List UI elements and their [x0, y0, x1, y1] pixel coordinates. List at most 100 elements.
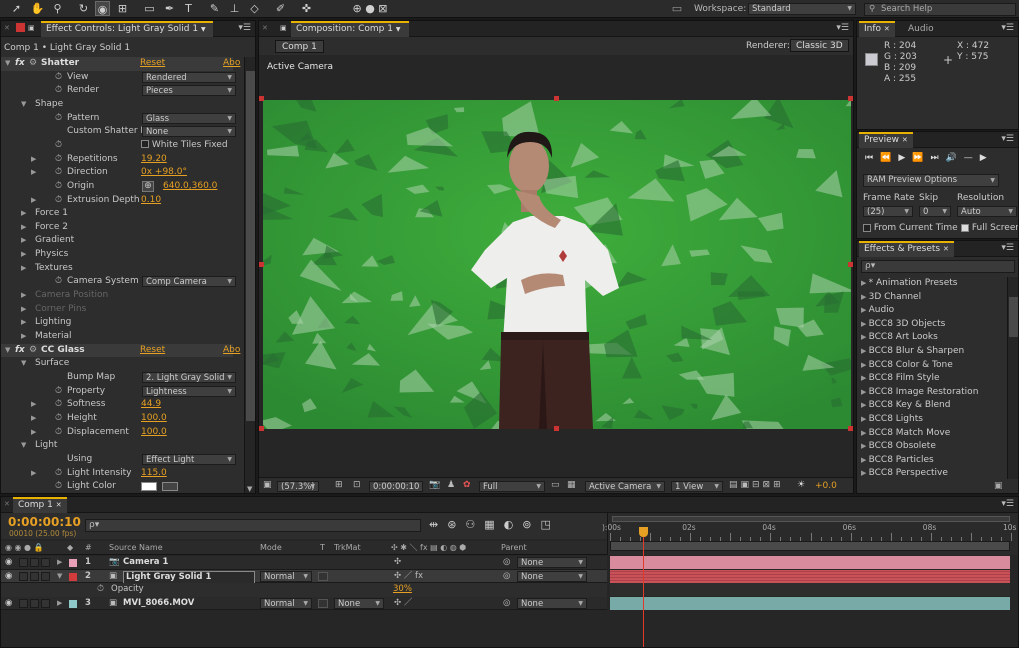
layer-row-light-gray-solid-1[interactable]: ◉ ▼ 2 ▣ Light Gray Solid 1 Normal ✣ ／ fx ◎ None	[1, 569, 607, 584]
twirl-closed-icon[interactable]: ▶	[21, 221, 26, 235]
stopwatch-icon[interactable]: ⏱	[55, 467, 62, 481]
layer-duration-bar[interactable]	[610, 556, 1010, 569]
tab-effects-presets[interactable]: Effects & Presets ✕	[859, 241, 954, 257]
property-dropdown[interactable]: 2. Light Gray Solid	[142, 371, 236, 383]
layer-duration-bar[interactable]	[610, 596, 1010, 610]
effects-category-bcc8-color-tone[interactable]: ▶ BCC8 Color & Tone	[857, 359, 996, 373]
track-matte-dropdown[interactable]: None	[334, 597, 384, 609]
tab-composition[interactable]: Composition: Comp 1 ▼	[291, 21, 409, 37]
twirl-closed-icon[interactable]: ▶	[57, 556, 62, 570]
point-target-icon[interactable]: ⊕	[142, 180, 154, 192]
play-icon[interactable]: ▶	[898, 153, 912, 163]
property-dropdown[interactable]: None	[142, 126, 236, 138]
property-dropdown[interactable]: Comp Camera	[142, 276, 236, 288]
close-icon[interactable]: ✕	[4, 500, 10, 508]
effect-row-camera-position[interactable]: ▶ Camera Position	[1, 289, 233, 303]
effects-category-bcc8-lights[interactable]: ▶ BCC8 Lights	[857, 413, 996, 427]
twirl-closed-icon[interactable]: ▶	[31, 153, 36, 167]
twirl-closed-icon[interactable]: ▶	[861, 401, 869, 409]
selection-tool-icon[interactable]: ➚	[9, 1, 24, 16]
close-icon[interactable]: ✕	[4, 24, 10, 32]
layer-switch-box[interactable]	[41, 558, 50, 567]
panel-menu-icon[interactable]: ▾☰	[1001, 243, 1014, 253]
layer-name[interactable]: Camera 1	[123, 556, 168, 570]
layer-switches[interactable]: ✣ ／	[394, 597, 412, 611]
effect-row-force-1[interactable]: ▶ Force 1	[1, 207, 233, 221]
effect-row-shape[interactable]: ▼ Shape	[1, 98, 233, 112]
twirl-closed-icon[interactable]: ▶	[21, 207, 26, 221]
property-dropdown[interactable]: Rendered	[142, 71, 236, 83]
color-channel-icon[interactable]: ✿	[463, 480, 471, 490]
effect-row-extrusion-depth[interactable]: ▶ ⏱ Extrusion Depth 0.10	[1, 194, 233, 208]
effect-row-shatter[interactable]: ▼ fx ⚙ Shatter Reset Abo	[1, 57, 240, 71]
effects-category-animation-presets[interactable]: ▶ * Animation Presets	[857, 277, 996, 291]
opacity-property-row[interactable]: ⏱ Opacity 30%	[1, 583, 607, 597]
twirl-closed-icon[interactable]: ▶	[861, 415, 869, 423]
effect-row-light[interactable]: ▼ Light	[1, 439, 233, 453]
about-link[interactable]: Abo	[223, 344, 240, 358]
pen-tool-icon[interactable]: ✒	[162, 1, 177, 16]
effects-category-bcc8-art-looks[interactable]: ▶ BCC8 Art Looks	[857, 331, 996, 345]
stopwatch-icon[interactable]: ⏱	[55, 480, 62, 493]
panel-menu-icon[interactable]: ▾☰	[1001, 23, 1014, 33]
effects-category-bcc8-match-move[interactable]: ▶ BCC8 Match Move	[857, 427, 996, 441]
twirl-closed-icon[interactable]: ▶	[861, 320, 869, 328]
timeline-search-input[interactable]: ρ▾	[85, 519, 421, 532]
ram-preview-options-dropdown[interactable]: RAM Preview Options	[863, 174, 999, 187]
panel-menu-icon[interactable]: ▾☰	[1001, 499, 1014, 509]
twirl-closed-icon[interactable]: ▶	[31, 412, 36, 426]
panel-lock-icon[interactable]: ▣	[280, 24, 287, 32]
property-value[interactable]: 640.0,360.0	[163, 180, 217, 194]
layer-switch-box[interactable]	[30, 571, 39, 581]
effect-row-corner-pins[interactable]: ▶ Corner Pins	[1, 303, 233, 317]
twirl-closed-icon[interactable]: ▶	[861, 469, 869, 477]
time-ruler[interactable]: ):00s 02s 04s 06s 08s 10s	[602, 513, 1018, 555]
about-link[interactable]: Abo	[223, 57, 240, 71]
hand-tool-icon[interactable]: ✋	[30, 1, 45, 16]
effects-category-bcc8-blur-sharpen[interactable]: ▶ BCC8 Blur & Sharpen	[857, 345, 996, 359]
twirl-closed-icon[interactable]: ▶	[861, 442, 869, 450]
twirl-closed-icon[interactable]: ▶	[861, 333, 869, 341]
camera-orbit-tool-icon[interactable]: ◉	[95, 1, 110, 16]
skip-dropdown[interactable]: 0	[919, 206, 951, 217]
twirl-open-icon[interactable]: ▼	[21, 98, 26, 112]
effect-row-white-tiles-fixed[interactable]: ⏱ White Tiles Fixed	[1, 139, 233, 153]
layer-switches[interactable]: ✣	[394, 556, 401, 570]
panel-menu-icon[interactable]: ▾☰	[836, 23, 849, 33]
visibility-eye-icon[interactable]: ◉	[5, 556, 12, 570]
always-preview-icon[interactable]: ▣	[263, 480, 272, 490]
loop-icon[interactable]: —	[964, 153, 980, 163]
puppet-tool-icon[interactable]: ✜	[299, 1, 314, 16]
layer-label-color[interactable]	[69, 599, 77, 608]
stopwatch-icon[interactable]: ⏱	[55, 112, 62, 126]
twirl-closed-icon[interactable]: ▶	[861, 429, 869, 437]
tab-timeline-comp-1[interactable]: Comp 1 ✕	[13, 497, 67, 513]
mute-audio-icon[interactable]: 🔊	[946, 153, 964, 163]
twirl-closed-icon[interactable]: ▶	[21, 289, 26, 303]
preserve-transparency-box[interactable]	[318, 598, 328, 608]
twirl-closed-icon[interactable]: ▶	[861, 456, 869, 464]
layer-switch-box[interactable]	[30, 558, 39, 567]
light-color-swatch[interactable]	[141, 482, 157, 492]
effects-search-input[interactable]: ρ▾	[861, 260, 1015, 273]
twirl-closed-icon[interactable]: ▶	[31, 166, 36, 180]
frame-rate-dropdown[interactable]: (25)	[863, 206, 913, 217]
effect-row-physics[interactable]: ▶ Physics	[1, 248, 233, 262]
type-tool-icon[interactable]: T	[181, 1, 196, 16]
axis-mode-icons[interactable]: ⊕ ● ⊠	[350, 1, 390, 16]
first-frame-icon[interactable]: ⏮	[865, 153, 880, 163]
current-time-display[interactable]: 0:00:00:10	[369, 481, 424, 492]
tab-preview[interactable]: Preview ✕	[859, 132, 913, 148]
effects-category-bcc8-image-restoration[interactable]: ▶ BCC8 Image Restoration	[857, 386, 996, 400]
trash-icon[interactable]: ▣	[994, 481, 1003, 491]
playhead[interactable]	[639, 527, 649, 647]
property-dropdown[interactable]: Glass	[142, 112, 236, 124]
effect-row-camera-system[interactable]: ⏱ Camera System Comp Camera	[1, 275, 236, 289]
property-value[interactable]: 100.0	[141, 426, 167, 440]
workspace-dropdown[interactable]: Standard	[748, 3, 856, 15]
twirl-open-icon[interactable]: ▼	[57, 570, 62, 584]
effect-row-pattern[interactable]: ⏱ Pattern Glass	[1, 112, 236, 126]
effects-scrollbar[interactable]	[1007, 277, 1018, 479]
layer-duration-bar[interactable]	[610, 569, 1010, 583]
panel-lock-icon[interactable]: ▣	[28, 24, 35, 32]
